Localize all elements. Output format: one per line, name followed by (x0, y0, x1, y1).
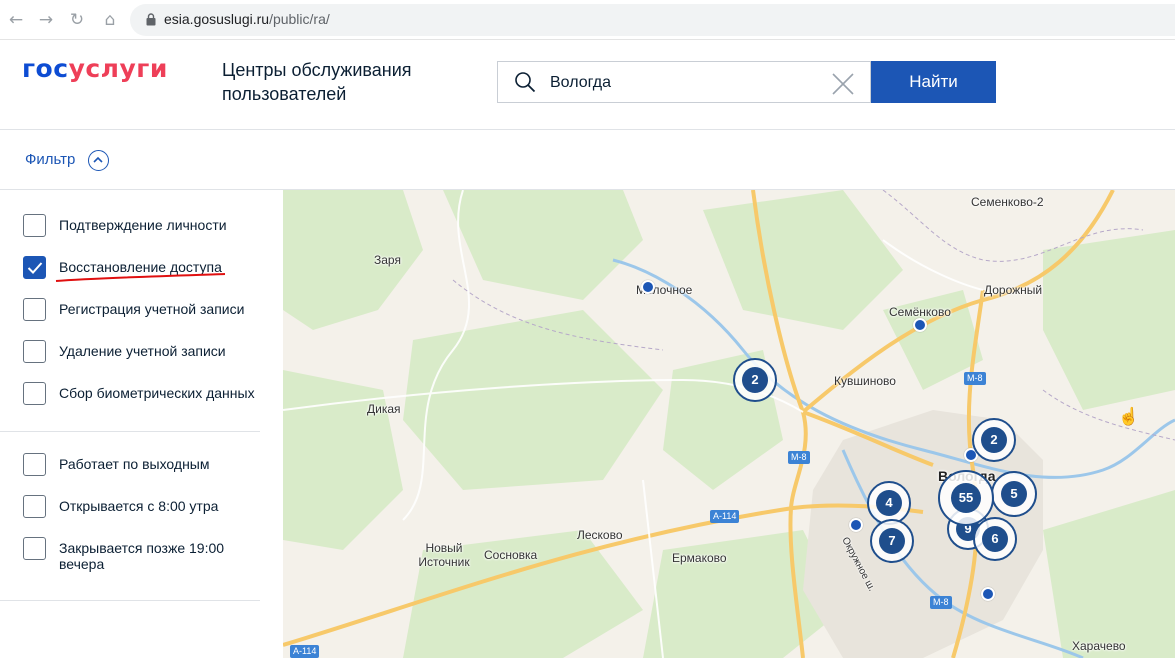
office-cluster[interactable]: 7 (870, 519, 914, 563)
cluster-count: 55 (951, 483, 981, 513)
url-text: esia.gosuslugi.ru/public/ra/ (164, 11, 330, 27)
filter-option-label: Работает по выходным (59, 456, 210, 472)
filter-option-label: Открывается с 8:00 утра (59, 498, 219, 514)
page-title: Центры обслуживания пользователей (222, 60, 412, 104)
checkbox[interactable] (23, 298, 46, 321)
road-badge: М-8 (930, 596, 952, 609)
road-badge: М-8 (964, 372, 986, 385)
home-icon[interactable]: ⌂ (100, 10, 120, 30)
office-cluster[interactable]: 5 (991, 471, 1037, 517)
filter-option-label: Сбор биометрических данных (59, 385, 255, 401)
cluster-count: 7 (879, 528, 905, 554)
road-badge: А-114 (710, 510, 740, 523)
road-badge: М-8 (788, 451, 810, 464)
checkbox[interactable] (23, 382, 46, 405)
map-label: Новый Источник (418, 541, 470, 569)
checkbox[interactable] (23, 453, 46, 476)
back-icon[interactable]: ← (6, 10, 26, 30)
checkbox[interactable] (23, 214, 46, 237)
site-header: госуслуги Центры обслуживания пользовате… (0, 40, 1175, 130)
logo-part-uslugi: услуги (68, 54, 168, 83)
map-label: Сосновка (484, 548, 538, 562)
cluster-count: 2 (981, 427, 1007, 453)
url-path: /public/ra/ (269, 11, 330, 27)
search-box (497, 61, 871, 103)
checkbox-checked[interactable] (23, 256, 46, 279)
filter-sidebar: Подтверждение личности Восстановление до… (0, 190, 283, 658)
chevron-up-icon[interactable] (88, 150, 109, 171)
map-background (283, 190, 1175, 658)
search-input[interactable] (550, 72, 820, 94)
map-label: Дорожный (984, 283, 1043, 297)
office-cluster[interactable]: 2 (733, 358, 777, 402)
lock-icon (146, 13, 156, 26)
forward-icon[interactable]: → (36, 10, 56, 30)
filter-label[interactable]: Фильтр (25, 151, 75, 168)
cluster-count: 4 (876, 490, 902, 516)
office-pin[interactable] (913, 318, 927, 332)
red-underline-annotation (55, 273, 226, 282)
gosuslugi-logo[interactable]: госуслуги (22, 54, 168, 83)
cluster-count: 6 (982, 526, 1008, 552)
checkmark-icon (27, 262, 43, 274)
cluster-count: 2 (742, 367, 768, 393)
reload-icon[interactable]: ↻ (67, 10, 87, 30)
search-button[interactable]: Найти (871, 61, 996, 103)
browser-toolbar: ← → ↻ ⌂ esia.gosuslugi.ru/public/ra/ (0, 0, 1175, 40)
filter-bar: Фильтр (0, 130, 1175, 190)
map-label: Харачево (1072, 639, 1126, 653)
filter-option-label: Подтверждение личности (59, 217, 227, 233)
office-cluster[interactable]: 2 (972, 418, 1016, 462)
map-label: Кувшиново (834, 374, 896, 388)
map-view[interactable]: Семенково-2 Заря Молочное Дорожный Семён… (283, 190, 1175, 658)
map-label: Семёнково (889, 305, 951, 319)
hours-filter-group: Работает по выходным Открывается с 8:00 … (0, 432, 260, 601)
filter-option-label: Закрывается позже 19:00 вечера (59, 540, 225, 572)
road-badge: А-114 (290, 645, 320, 658)
search-icon (515, 72, 536, 93)
checkbox[interactable] (23, 495, 46, 518)
cluster-count: 5 (1001, 481, 1027, 507)
office-cluster[interactable]: 6 (973, 517, 1017, 561)
checkbox[interactable] (23, 340, 46, 363)
map-label: Ермаково (672, 551, 727, 565)
filter-option-label: Регистрация учетной записи (59, 301, 245, 317)
office-pin[interactable] (849, 518, 863, 532)
logo-part-gos: гос (22, 54, 69, 83)
url-host: esia.gosuslugi.ru (164, 11, 270, 27)
services-filter-group: Подтверждение личности Восстановление до… (0, 190, 260, 432)
hand-cursor-icon: ☝ (1118, 407, 1140, 426)
checkbox[interactable] (23, 537, 46, 560)
map-label: Лесково (577, 528, 623, 542)
office-pin[interactable] (641, 280, 655, 294)
office-pin[interactable] (981, 587, 995, 601)
filter-option-label: Удаление учетной записи (59, 343, 226, 359)
address-bar[interactable]: esia.gosuslugi.ru/public/ra/ (130, 4, 1175, 36)
clear-icon[interactable] (832, 73, 854, 95)
map-label: Заря (374, 253, 401, 267)
office-cluster-main[interactable]: 55 (938, 470, 994, 526)
map-label: Семенково-2 (971, 195, 1044, 209)
map-label: Дикая (367, 402, 401, 416)
